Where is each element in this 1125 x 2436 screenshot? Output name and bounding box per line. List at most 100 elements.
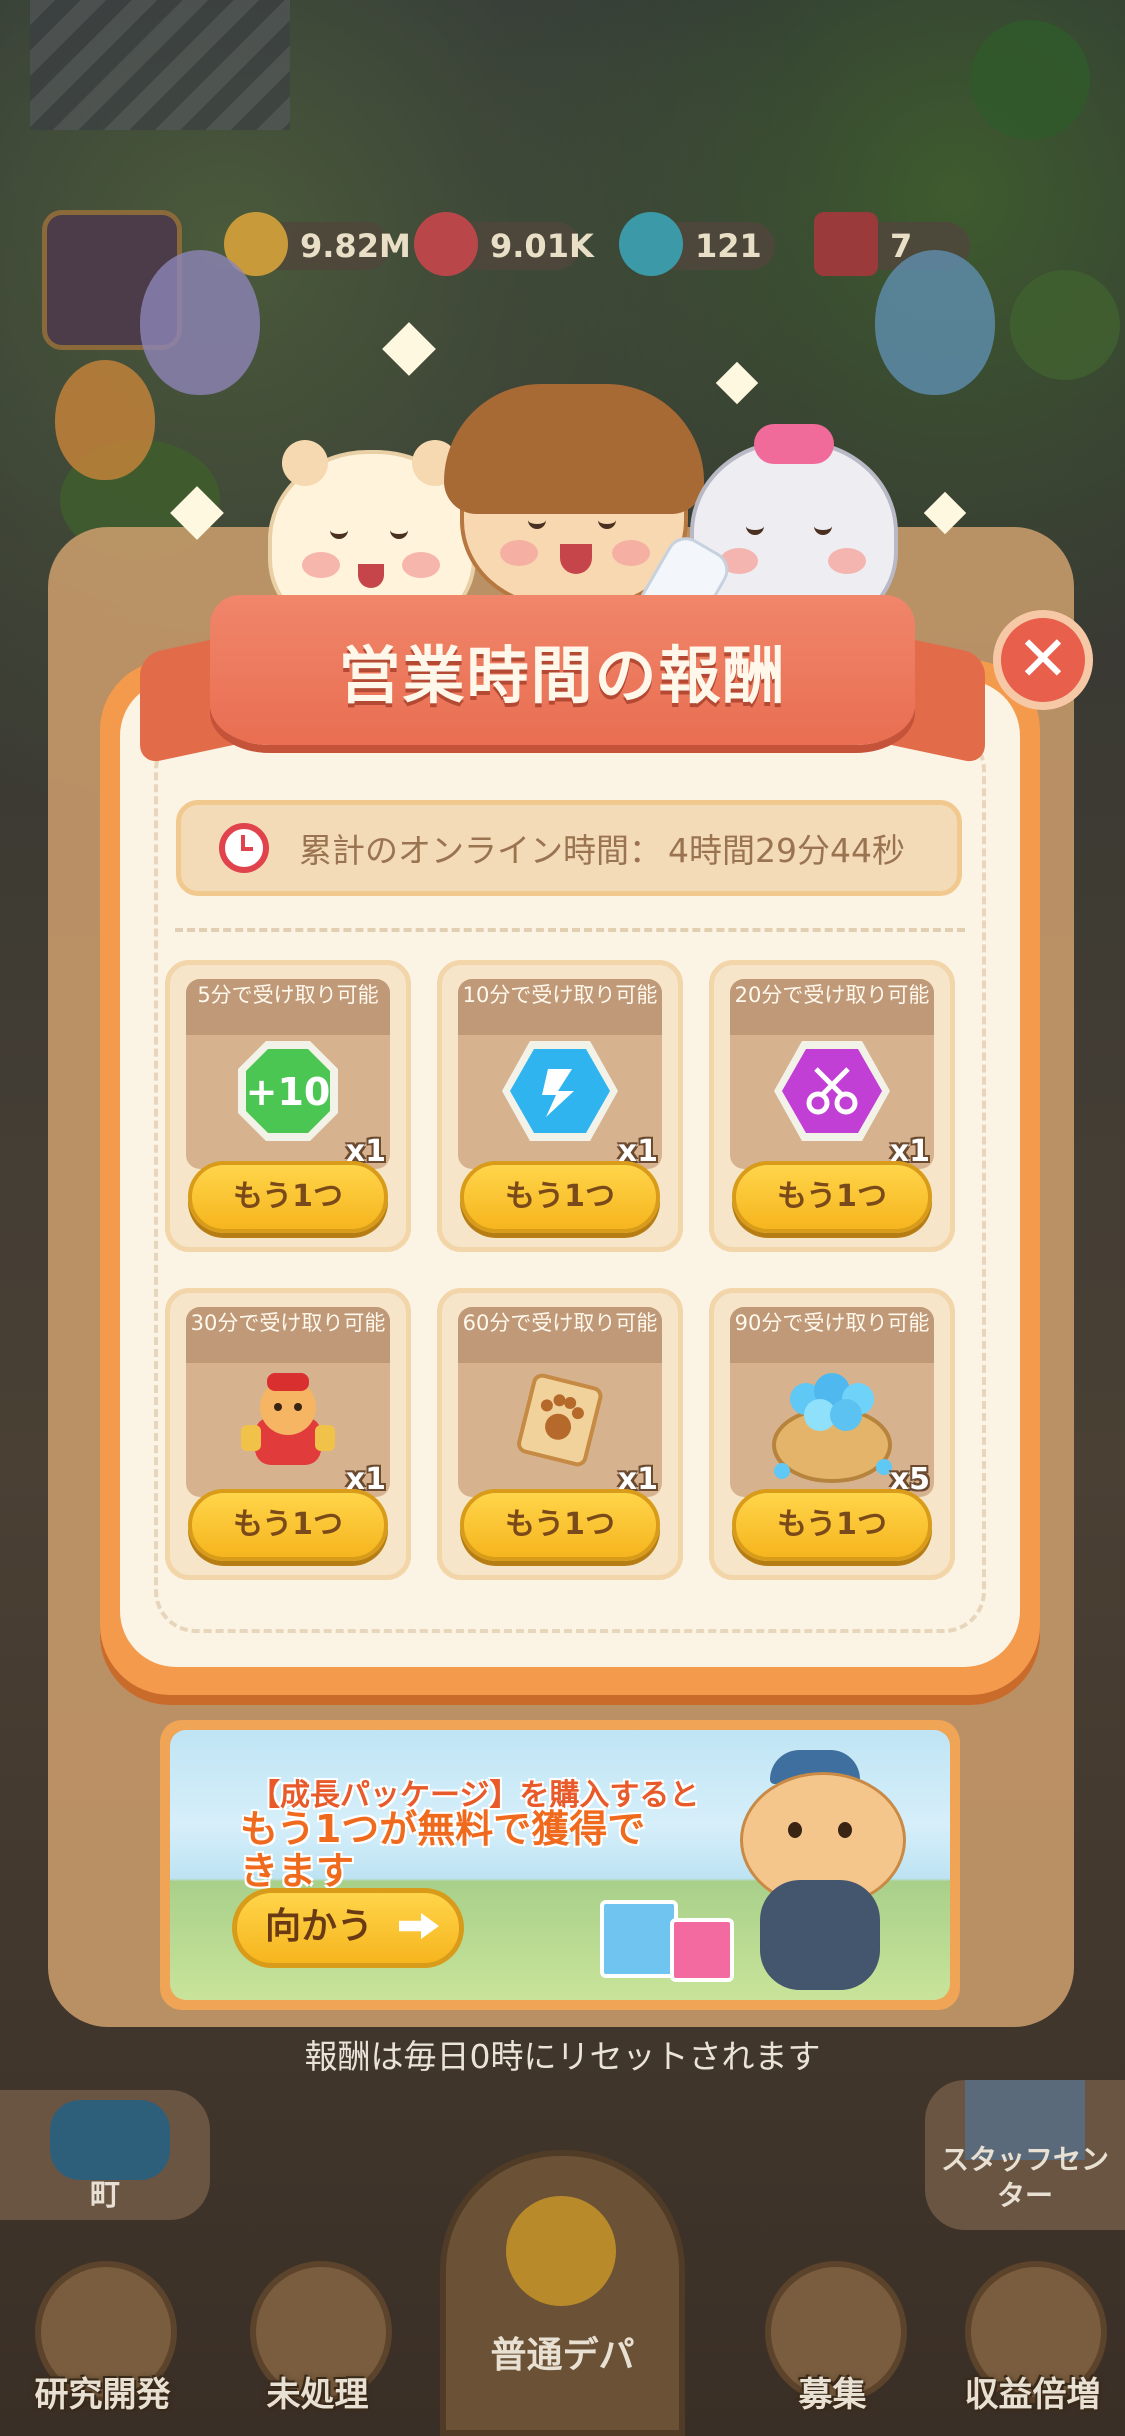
reward-card-top: 10分で受け取り可能 x1 [458,979,662,1169]
reward-condition: 5分で受け取り可能 [186,979,390,1035]
coins-counter[interactable]: 9.82M [224,212,411,276]
recruit-label: 募集 [798,2375,867,2415]
reward-condition: 30分で受け取り可能 [186,1307,390,1363]
svg-text:+10: +10 [246,1070,331,1114]
claim-another-button[interactable]: もう1つ [732,1489,932,1561]
reward-condition: 60分で受け取り可能 [458,1307,662,1363]
title-ribbon: 営業時間の報酬 [210,595,915,745]
reward-card: 20分で受け取り可能 x1 もう1つ [709,960,955,1252]
reward-condition: 20分で受け取り可能 [730,979,934,1035]
tree-decoration [970,20,1090,140]
staff-center-label: スタッフセンター [940,2143,1109,2212]
ticket-icon [814,212,878,276]
divider [175,928,965,932]
clock-icon [219,823,269,873]
banner-scene: 【成長パッケージ】を購入すると もう1つが無料で獲得できます 向かう [170,1730,950,2000]
town-label: 町 [90,2178,120,2213]
claim-another-button[interactable]: もう1つ [188,1161,388,1233]
balloon-decoration [140,250,260,395]
claim-another-button[interactable]: もう1つ [188,1489,388,1561]
arrow-right-icon [399,1913,439,1939]
coins-value: 9.82M [300,227,411,265]
plus-ten-icon: +10 [236,1039,340,1143]
heart-icon [414,212,478,276]
eye [598,514,616,529]
eye [838,1822,852,1838]
go-button[interactable]: 向かう [232,1888,464,1968]
online-time-value: 4時間29分44秒 [668,831,905,870]
blush [402,552,440,578]
recruit-button[interactable]: 募集 [745,2251,920,2436]
gift-box-icon [670,1918,734,1982]
scissors-gem-icon [772,1039,892,1143]
balloon-decoration [875,250,995,395]
claim-another-button[interactable]: もう1つ [460,1161,660,1233]
gem-icon [619,212,683,276]
mouth [560,544,592,574]
eye [390,524,408,539]
eye [814,520,832,535]
eye [788,1822,802,1838]
pending-button[interactable]: 未処理 [230,2251,405,2436]
growth-package-banner[interactable]: 【成長パッケージ】を購入すると もう1つが無料で獲得できます 向かう [160,1720,960,2010]
profit-boost-button[interactable]: 収益倍増 [945,2251,1120,2436]
reset-note: 報酬は毎日0時にリセットされます [304,2037,821,2076]
mouth [358,564,384,588]
scooter-icon [50,2100,170,2180]
close-button[interactable]: ✕ [993,610,1093,710]
research-label: 研究開発 [34,2375,171,2415]
paw-scroll-icon [508,1367,612,1471]
close-icon: ✕ [1017,622,1069,695]
profit-boost-label: 収益倍増 [964,2375,1101,2415]
reward-condition: 90分で受け取り可能 [730,1307,934,1363]
hearts-value: 9.01K [490,227,594,265]
lucky-hamster-icon [233,1367,343,1471]
eye [528,514,546,529]
reward-card-top: 30分で受け取り可能 x1 [186,1307,390,1497]
gems-counter[interactable]: 121 [619,212,775,276]
reward-card-top: 5分で受け取り可能 +10 x1 [186,979,390,1169]
reward-card: 10分で受け取り可能 x1 もう1つ [437,960,683,1252]
vest [760,1880,880,1990]
reward-card-top: 60分で受け取り可能 x1 [458,1307,662,1497]
gems-value: 121 [695,227,762,265]
hearts-counter[interactable]: 9.01K [414,212,594,276]
department-button[interactable]: 普通デパ [440,2150,685,2436]
reward-card: 90分で受け取り可能 x5 もう1つ [709,1288,955,1580]
claim-another-button[interactable]: もう1つ [732,1161,932,1233]
department-label: 普通デパ [490,2335,635,2376]
gift-box-icon [600,1900,678,1978]
crosswalk-decoration [30,0,290,130]
reward-card: 30分で受け取り可能 x1 もう1つ [165,1288,411,1580]
eye [746,520,764,535]
pending-label: 未処理 [266,2375,369,2415]
online-time-bar: 累計のオンライン時間： 4時間29分44秒 [176,800,962,896]
town-button[interactable]: 町 [0,2090,210,2220]
blush [612,540,650,566]
reward-card-top: 90分で受け取り可能 x5 [730,1307,934,1497]
blush [500,540,538,566]
ear [282,440,328,486]
research-button[interactable]: 研究開発 [15,2251,190,2436]
bell-icon [506,2196,616,2306]
eye [330,524,348,539]
claim-another-button[interactable]: もう1つ [460,1489,660,1561]
bow [754,424,834,464]
blue-crystal-icon [500,1039,620,1143]
online-time-label: 累計のオンライン時間： [299,831,662,870]
reward-card-top: 20分で受け取り可能 x1 [730,979,934,1169]
waiter-hamster [730,1750,910,2000]
hair [444,384,704,514]
blush [302,552,340,578]
reward-card: 5分で受け取り可能 +10 x1 もう1つ [165,960,411,1252]
promo-line2: もう1つが無料で獲得できます [240,1807,646,1893]
dialog-title: 営業時間の報酬 [338,639,787,712]
diamond-bag-icon [762,1363,902,1483]
tree-decoration [1010,270,1120,380]
blush [828,548,866,574]
reward-condition: 10分で受け取り可能 [458,979,662,1035]
reward-card: 60分で受け取り可能 x1 もう1つ [437,1288,683,1580]
balloon-decoration [55,360,155,480]
staff-center-button[interactable]: スタッフセンター [925,2080,1125,2230]
go-button-label: 向かう [265,1906,374,1947]
